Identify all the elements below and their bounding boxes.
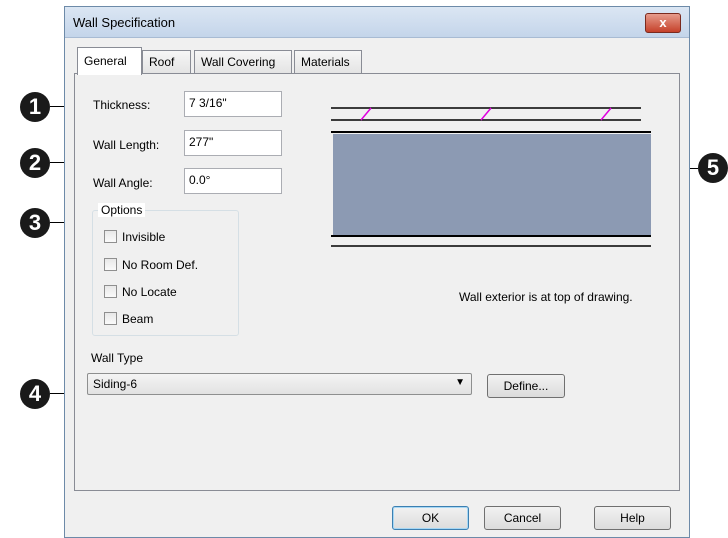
tab-roof[interactable]: Roof [142,50,191,74]
cancel-button[interactable]: Cancel [484,506,561,530]
close-button[interactable]: x [645,13,681,33]
callout-5: 5 [698,153,728,183]
wall-angle-input[interactable]: 0.0° [184,168,282,194]
wall-type-label: Wall Type [91,351,144,365]
title-bar[interactable]: Wall Specification x [65,7,689,38]
hatch-line [600,107,612,121]
thickness-input[interactable]: 7 3/16" [184,91,282,117]
tab-materials[interactable]: Materials [294,50,362,74]
invisible-label: Invisible [122,230,166,244]
options-group-title: Options [98,203,146,217]
no-room-def-label: No Room Def. [122,258,199,272]
hatch-line [360,107,372,121]
wall-length-label: Wall Length: [93,138,160,152]
callout-4: 4 [20,379,50,409]
help-button[interactable]: Help [594,506,671,530]
callout-3: 3 [20,208,50,238]
ok-button[interactable]: OK [392,506,469,530]
thickness-label: Thickness: [93,98,151,112]
wall-core-fill [333,134,651,235]
callout-2: 2 [20,148,50,178]
wall-angle-label: Wall Angle: [93,176,153,190]
no-room-def-checkbox[interactable] [104,258,117,271]
wall-type-value: Siding-6 [93,377,138,391]
preview-caption: Wall exterior is at top of drawing. [459,290,633,304]
callout-1: 1 [20,92,50,122]
wall-specification-dialog: Wall Specification x General Roof Wall C… [64,6,690,538]
no-locate-checkbox[interactable] [104,285,117,298]
wall-type-select[interactable]: Siding-6 ▼ [87,373,472,395]
define-button[interactable]: Define... [487,374,565,398]
close-icon: x [659,15,667,30]
wall-preview-drawing [331,107,651,247]
wall-length-input[interactable]: 277" [184,130,282,156]
beam-label: Beam [122,312,154,326]
tab-general[interactable]: General [77,47,142,75]
dialog-title: Wall Specification [73,15,176,30]
dropdown-arrow-icon: ▼ [455,377,465,388]
no-locate-label: No Locate [122,285,177,299]
invisible-checkbox[interactable] [104,230,117,243]
beam-checkbox[interactable] [104,312,117,325]
hatch-line [480,107,492,121]
tab-wall-covering[interactable]: Wall Covering [194,50,292,74]
